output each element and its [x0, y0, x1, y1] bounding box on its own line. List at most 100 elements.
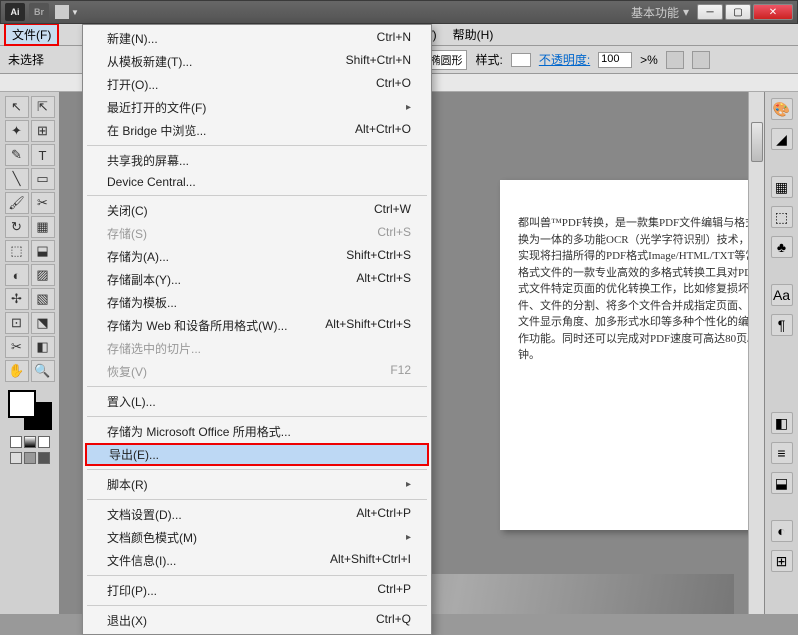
menu-item-shortcut: Alt+Ctrl+P	[356, 506, 411, 523]
graph-tool[interactable]: ◧	[31, 336, 55, 358]
artboard[interactable]: 都叫兽™PDF转换，是一款集PDF文件编辑与格式转换为一体的多功能OCR（光学字…	[500, 180, 764, 530]
menu-item[interactable]: 文件信息(I)...Alt+Shift+Ctrl+I	[83, 549, 431, 572]
menu-item-shortcut: Ctrl+W	[374, 202, 411, 219]
menu-item-shortcut: Alt+Ctrl+S	[356, 271, 411, 288]
brush-tool[interactable]: 🖌	[5, 192, 29, 214]
selection-tool[interactable]: ↖	[5, 96, 29, 118]
stroke-panel-icon[interactable]: ◧	[771, 412, 793, 434]
pencil-tool[interactable]: ✂	[31, 192, 55, 214]
type-tool[interactable]: T	[31, 144, 55, 166]
app-badge-br[interactable]: Br	[29, 3, 49, 21]
rotate-tool[interactable]: ↻	[5, 216, 29, 238]
menu-separator	[87, 416, 427, 417]
magic-wand-tool[interactable]: ✦	[5, 120, 29, 142]
menu-item[interactable]: 新建(N)...Ctrl+N	[83, 27, 431, 50]
menu-item[interactable]: 脚本(R)	[83, 473, 431, 496]
swatches-icon[interactable]: ▦	[771, 176, 793, 198]
screen-mode-icon[interactable]	[10, 452, 22, 464]
menu-item[interactable]: 文档设置(D)... Alt+Ctrl+P	[83, 503, 431, 526]
gradient-mode-icon[interactable]	[24, 436, 36, 448]
perspective-tool[interactable]: ▨	[31, 264, 55, 286]
menu-item[interactable]: 存储副本(Y)... Alt+Ctrl+S	[83, 268, 431, 291]
color-mode-icon[interactable]	[10, 436, 22, 448]
gradient-tool[interactable]: ▧	[31, 288, 55, 310]
paragraph-icon[interactable]: ¶	[771, 314, 793, 336]
menu-item-label: 文档设置(D)...	[107, 506, 182, 523]
menu-item[interactable]: 存储为 Microsoft Office 所用格式...	[83, 420, 431, 443]
color-panel-icon[interactable]: 🎨	[771, 98, 793, 120]
eyedropper-tool[interactable]: ⊡	[5, 312, 29, 334]
symbols-icon[interactable]: ♣	[771, 236, 793, 258]
character-icon[interactable]: Aa	[771, 284, 793, 306]
menu-item[interactable]: 最近打开的文件(F)	[83, 96, 431, 119]
app-badge-ai: Ai	[5, 3, 25, 21]
menu-item[interactable]: 存储为(A)...Shift+Ctrl+S	[83, 245, 431, 268]
vertical-scrollbar[interactable]	[748, 92, 764, 614]
menu-file[interactable]: 文件(F)	[4, 23, 59, 46]
opt-icon-1[interactable]	[666, 51, 684, 69]
menu-help[interactable]: 帮助(H)	[445, 23, 502, 46]
symbol-tool[interactable]: ✂	[5, 336, 29, 358]
menu-item[interactable]: 退出(X)Ctrl+Q	[83, 609, 431, 632]
color-guide-icon[interactable]: ◢	[771, 128, 793, 150]
menu-separator	[87, 145, 427, 146]
menu-item[interactable]: 文档颜色模式(M)	[83, 526, 431, 549]
menu-item-shortcut: Alt+Shift+Ctrl+S	[325, 317, 411, 334]
appearance-icon[interactable]: ◐	[771, 520, 793, 542]
lasso-tool[interactable]: ⊞	[31, 120, 55, 142]
arrange-dropdown-icon[interactable]: ▼	[71, 8, 79, 17]
menu-separator	[87, 499, 427, 500]
minimize-button[interactable]: ─	[697, 4, 723, 20]
title-bar: Ai Br ▼ 基本功能 ▾ ─ ▢ ✕	[0, 0, 798, 24]
arrange-docs-icon[interactable]	[55, 5, 69, 19]
close-button[interactable]: ✕	[753, 4, 793, 20]
opacity-input[interactable]: 100	[598, 52, 632, 68]
none-mode-icon[interactable]	[38, 436, 50, 448]
pen-tool[interactable]: ✎	[5, 144, 29, 166]
scale-tool[interactable]: ▦	[31, 216, 55, 238]
blend-tool[interactable]: ⬔	[31, 312, 55, 334]
menu-item[interactable]: 置入(L)...	[83, 390, 431, 413]
fill-swatch[interactable]	[8, 390, 36, 418]
shape-builder-tool[interactable]: ◐	[5, 264, 29, 286]
gradient-panel-icon[interactable]: ≡	[771, 442, 793, 464]
transparency-icon[interactable]: ⬓	[771, 472, 793, 494]
screen-mode-3-icon[interactable]	[38, 452, 50, 464]
noselect-label: 未选择	[8, 51, 44, 68]
opacity-label[interactable]: 不透明度:	[539, 51, 590, 68]
menu-item-label: 文档颜色模式(M)	[107, 529, 197, 546]
screen-mode-2-icon[interactable]	[24, 452, 36, 464]
menu-item[interactable]: 共享我的屏幕...	[83, 149, 431, 172]
menu-item[interactable]: 存储为模板...	[83, 291, 431, 314]
fill-stroke-swatch[interactable]	[8, 390, 52, 430]
style-swatch[interactable]	[511, 53, 531, 67]
brushes-icon[interactable]: ⬚	[771, 206, 793, 228]
menu-item-label: 关闭(C)	[107, 202, 148, 219]
menu-item[interactable]: 打印(P)...Ctrl+P	[83, 579, 431, 602]
line-tool[interactable]: ╲	[5, 168, 29, 190]
graphic-styles-icon[interactable]: ⊞	[771, 550, 793, 572]
menu-item-label: 置入(L)...	[107, 393, 156, 410]
workspace-switcher[interactable]: 基本功能 ▾	[631, 4, 689, 21]
menu-item[interactable]: 关闭(C) Ctrl+W	[83, 199, 431, 222]
menu-item[interactable]: 导出(E)...	[85, 443, 429, 466]
scrollbar-thumb[interactable]	[751, 122, 763, 162]
menu-item-label: 存储副本(Y)...	[107, 271, 181, 288]
width-tool[interactable]: ⬚	[5, 240, 29, 262]
mesh-tool[interactable]: ✢	[5, 288, 29, 310]
hand-tool[interactable]: ✋	[5, 360, 29, 382]
menu-item[interactable]: 在 Bridge 中浏览...Alt+Ctrl+O	[83, 119, 431, 142]
menu-item-label: 存储(S)	[107, 225, 147, 242]
menu-item[interactable]: 打开(O)...Ctrl+O	[83, 73, 431, 96]
workspace-label: 基本功能	[631, 4, 679, 21]
free-transform-tool[interactable]: ⬓	[31, 240, 55, 262]
zoom-tool[interactable]: 🔍	[31, 360, 55, 382]
menu-item[interactable]: Device Central...	[83, 172, 431, 192]
menu-item[interactable]: 从模板新建(T)...Shift+Ctrl+N	[83, 50, 431, 73]
direct-selection-tool[interactable]: ⇱	[31, 96, 55, 118]
opt-icon-2[interactable]	[692, 51, 710, 69]
menu-item[interactable]: 存储为 Web 和设备所用格式(W)...Alt+Shift+Ctrl+S	[83, 314, 431, 337]
menu-item-shortcut: Shift+Ctrl+N	[346, 53, 411, 70]
maximize-button[interactable]: ▢	[725, 4, 751, 20]
rectangle-tool[interactable]: ▭	[31, 168, 55, 190]
